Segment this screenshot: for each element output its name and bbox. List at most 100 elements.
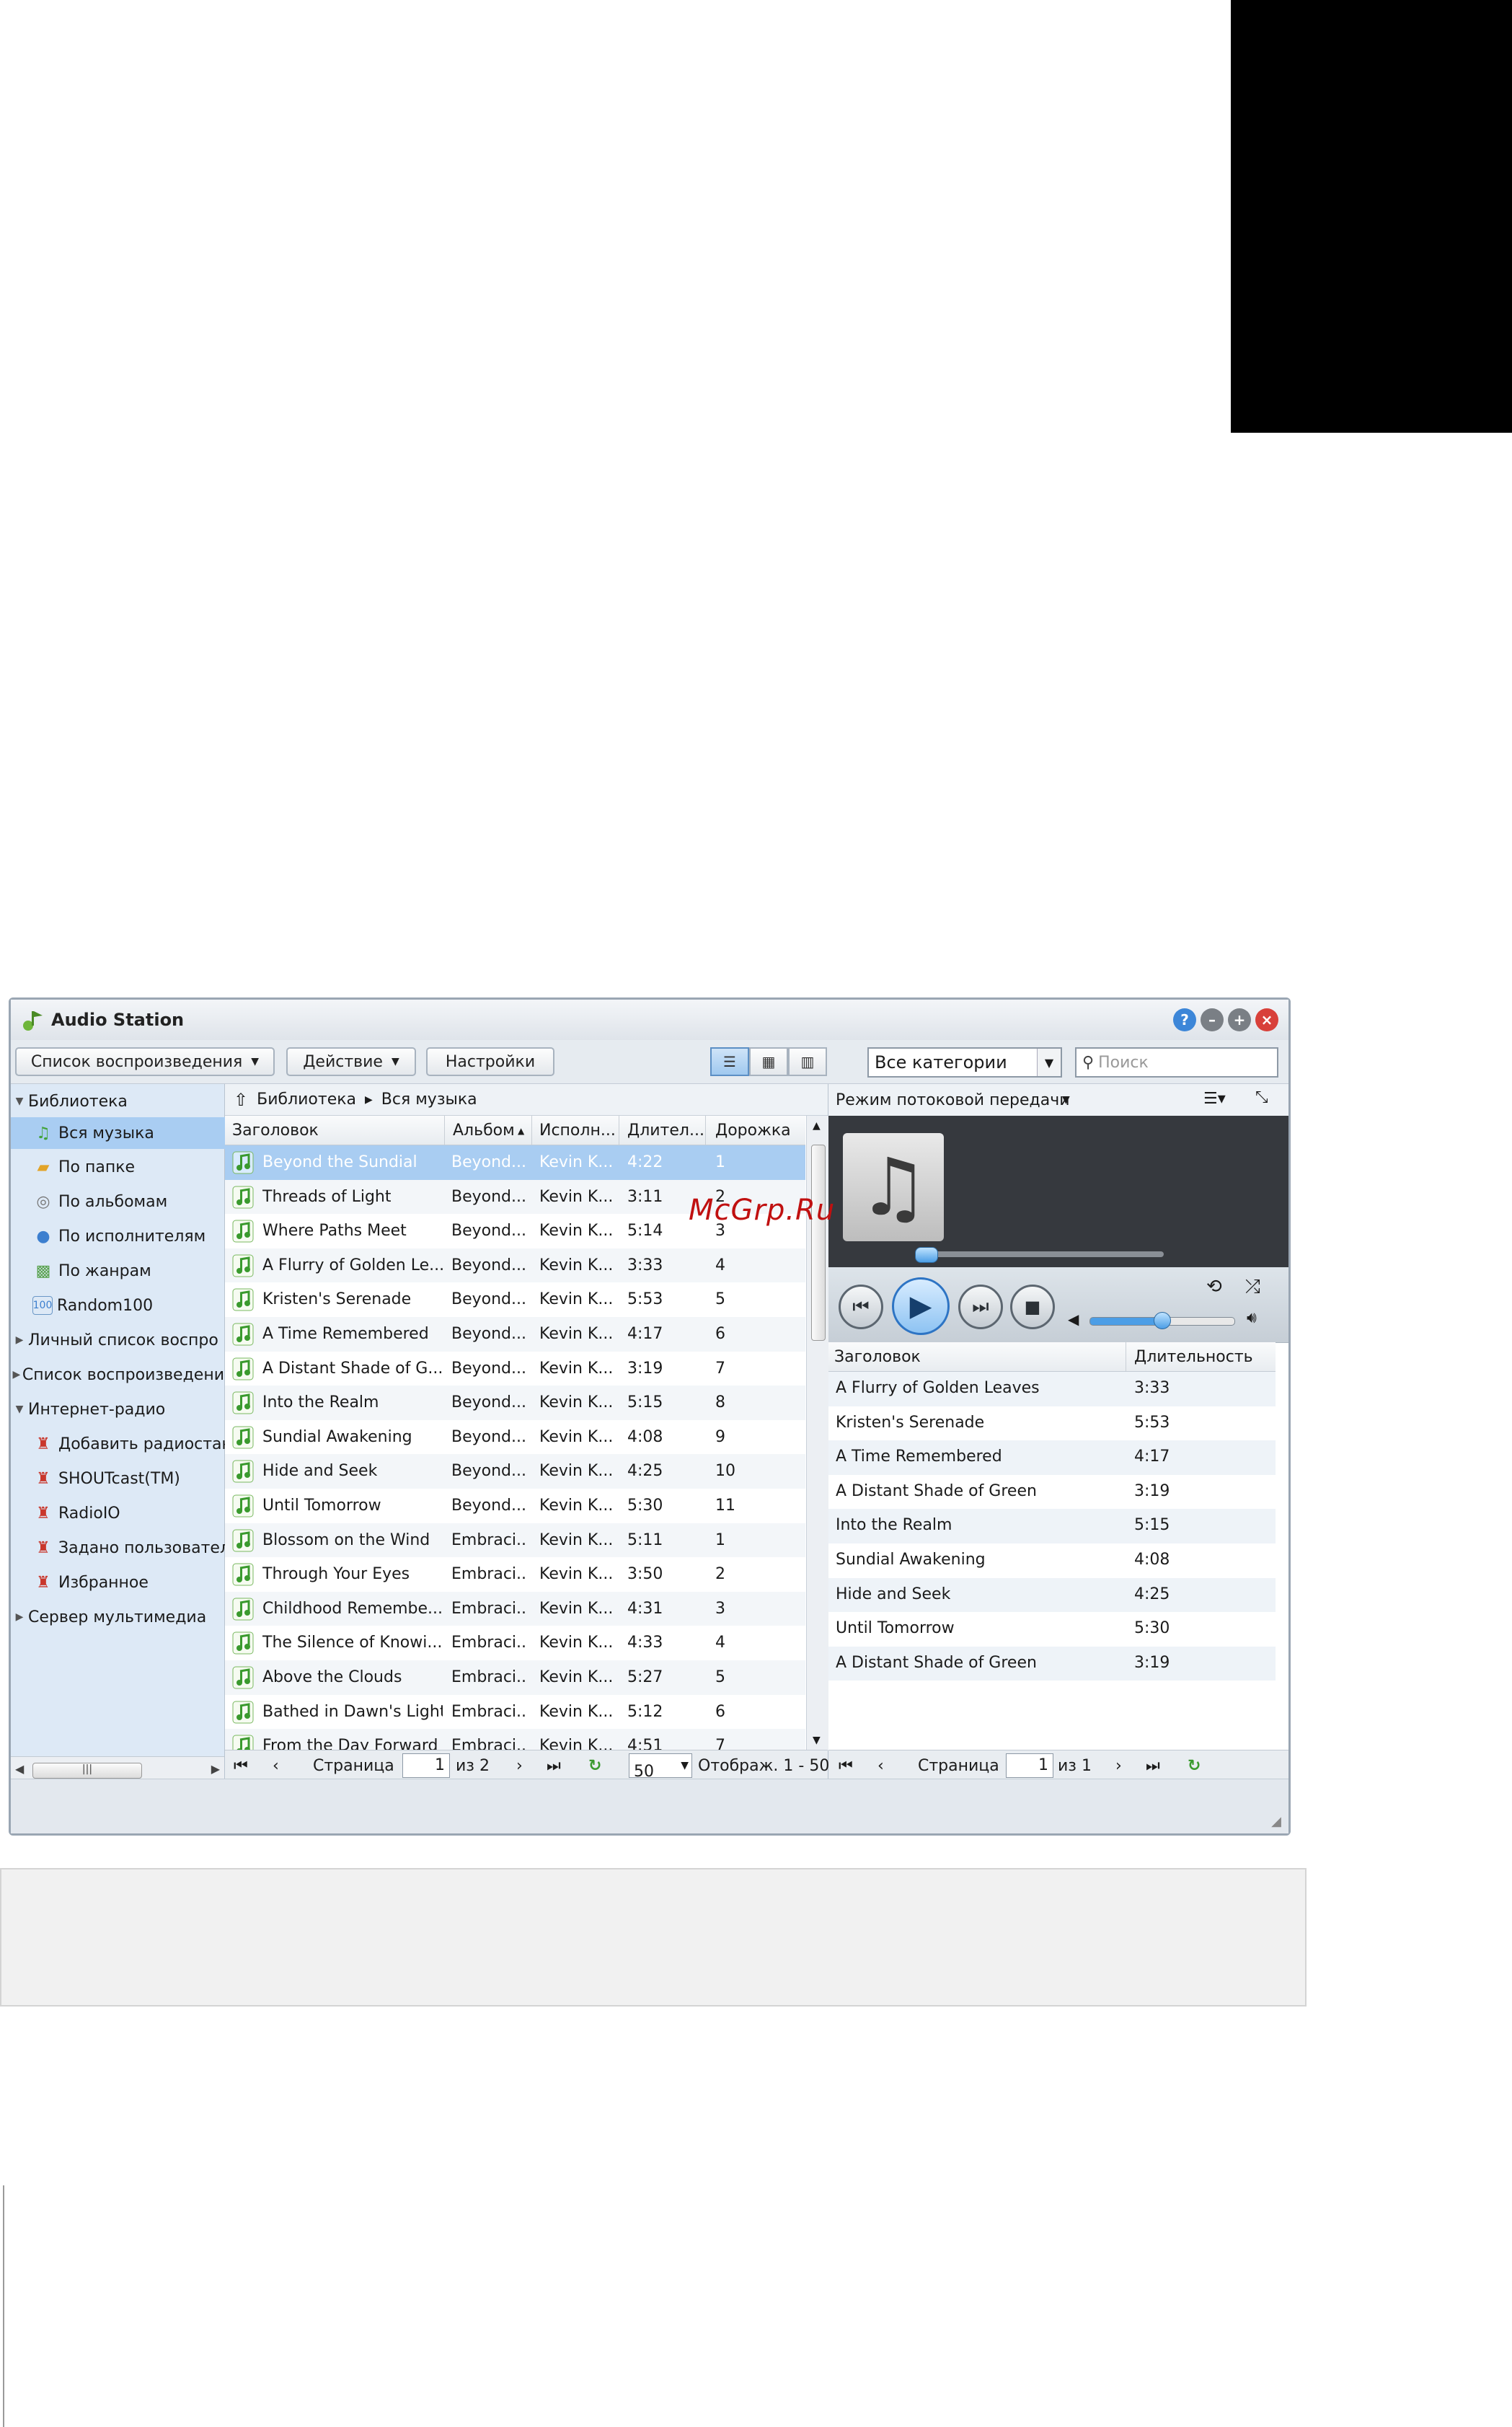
last-page-icon[interactable]: ⏭ xyxy=(547,1757,561,1775)
table-row[interactable]: A Time Remembered Beyond... Kevin K... 4:17… xyxy=(225,1317,805,1352)
category-select[interactable]: Все категории ▼ xyxy=(867,1047,1062,1078)
resize-grip-icon[interactable]: ◢ xyxy=(1271,1814,1281,1829)
playlist-row[interactable]: A Time Remembered 4:17 xyxy=(828,1440,1276,1475)
sidebar-item-shoutcast[interactable]: ♜ SHOUTcast(TM) xyxy=(11,1463,246,1494)
refresh-icon[interactable]: ↻ xyxy=(588,1757,601,1775)
sidebar-horizontal-scrollbar[interactable]: ◀ ||| ▶ xyxy=(11,1756,224,1781)
scroll-left-icon[interactable]: ◀ xyxy=(15,1762,24,1776)
next-page-icon[interactable]: › xyxy=(1115,1757,1122,1775)
playlist-menu-icon[interactable]: ☰▾ xyxy=(1203,1090,1226,1108)
next-track-icon[interactable]: ⏭ xyxy=(958,1285,1003,1329)
table-row[interactable]: The Silence of Knowi... Embraci... Kevin K… xyxy=(225,1626,805,1660)
table-row[interactable]: A Flurry of Golden Le... Beyond... Kevin K… xyxy=(225,1248,805,1283)
sidebar-item-library[interactable]: ▼ Библиотека xyxy=(11,1085,224,1117)
progress-bar[interactable] xyxy=(915,1247,1164,1263)
playlist-row[interactable]: Into the Realm 5:15 xyxy=(828,1509,1276,1543)
sidebar-item-by-genre[interactable]: ▩ По жанрам xyxy=(11,1255,246,1287)
column-duration[interactable]: Длительность xyxy=(1134,1348,1253,1366)
playlist-row[interactable]: A Flurry of Golden Leaves 3:33 xyxy=(828,1372,1276,1406)
volume-knob[interactable] xyxy=(1154,1312,1171,1329)
cell-duration: 5:30 xyxy=(627,1497,663,1515)
list-view-icon[interactable]: ☰ xyxy=(710,1047,749,1076)
scroll-up-icon[interactable]: ▲ xyxy=(813,1120,821,1132)
table-row[interactable]: Until Tomorrow Beyond... Kevin K... 5:30 11 xyxy=(225,1489,805,1523)
column-album[interactable]: Альбом xyxy=(453,1122,515,1140)
next-page-icon[interactable]: › xyxy=(516,1757,523,1775)
chevron-down-icon[interactable]: ▼ xyxy=(1062,1094,1070,1106)
table-row[interactable]: Blossom on the Wind Embraci... Kevin K... 5… xyxy=(225,1523,805,1558)
minimize-icon[interactable]: – xyxy=(1201,1008,1224,1031)
table-row[interactable]: Beyond the Sundial Beyond... Kevin K... 4:2… xyxy=(225,1145,805,1180)
table-row[interactable]: Into the Realm Beyond... Kevin K... 5:15 8 xyxy=(225,1386,805,1420)
cell-duration: 5:11 xyxy=(627,1530,663,1549)
settings-button[interactable]: Настройки xyxy=(426,1047,554,1076)
progress-knob[interactable] xyxy=(915,1247,938,1263)
maximize-icon[interactable]: + xyxy=(1228,1008,1251,1031)
column-duration[interactable]: Длител... xyxy=(627,1122,704,1140)
collapse-icon[interactable]: ⤡ xyxy=(1255,1088,1268,1106)
breadcrumb-all-music[interactable]: Вся музыка xyxy=(381,1091,477,1109)
toolbar: Список воспроизведения ▼ Действие ▼ Настро… xyxy=(11,1040,1288,1084)
action-button[interactable]: Действие ▼ xyxy=(286,1047,416,1076)
scrollbar-thumb[interactable]: ||| xyxy=(32,1763,142,1779)
scroll-down-icon[interactable]: ▼ xyxy=(813,1735,821,1746)
sidebar-item-personal-playlist[interactable]: ▶ Личный список воспро xyxy=(11,1324,224,1356)
help-icon[interactable]: ? xyxy=(1173,1008,1196,1031)
refresh-icon[interactable]: ↻ xyxy=(1188,1757,1201,1775)
sidebar-item-by-folder[interactable]: ▰ По папке xyxy=(11,1151,246,1183)
table-row[interactable]: Sundial Awakening Beyond... Kevin K... 4:08… xyxy=(225,1420,805,1455)
page-number-input[interactable]: 1 xyxy=(402,1753,450,1778)
sidebar-item-all-music[interactable]: ♫ Вся музыка xyxy=(11,1117,246,1149)
scroll-right-icon[interactable]: ▶ xyxy=(211,1762,220,1776)
table-row[interactable]: Above the Clouds Embraci... Kevin K... 5:27… xyxy=(225,1660,805,1695)
coverflow-view-icon[interactable]: ▥ xyxy=(788,1047,827,1076)
playlist-row[interactable]: Hide and Seek 4:25 xyxy=(828,1577,1276,1613)
table-row[interactable]: Hide and Seek Beyond... Kevin K... 4:25 10 xyxy=(225,1454,805,1489)
sidebar-item-add-radio[interactable]: ♜ Добавить радиостанц xyxy=(11,1428,246,1460)
grid-view-icon[interactable]: ▦ xyxy=(749,1047,788,1076)
shuffle-icon[interactable]: ⤮ xyxy=(1245,1276,1260,1298)
sidebar-item-radioio[interactable]: ♜ RadioIO xyxy=(11,1497,246,1529)
scrollbar-thumb[interactable] xyxy=(811,1145,826,1341)
prev-page-icon[interactable]: ‹ xyxy=(273,1757,279,1775)
playlist-row[interactable]: Kristen's Serenade 5:53 xyxy=(828,1406,1276,1441)
table-row[interactable]: Childhood Remembe... Embraci... Kevin K...… xyxy=(225,1591,805,1626)
page-number-input[interactable]: 1 xyxy=(1006,1753,1053,1778)
streaming-mode-label[interactable]: Режим потоковой передачи xyxy=(836,1091,1070,1109)
playlist-row[interactable]: Sundial Awakening 4:08 xyxy=(828,1543,1276,1578)
sidebar-item-by-album[interactable]: ◎ По альбомам xyxy=(11,1186,246,1217)
playlist-row[interactable]: A Distant Shade of Green 3:19 xyxy=(828,1646,1276,1681)
previous-track-icon[interactable]: ⏮ xyxy=(839,1285,883,1329)
table-row[interactable]: Through Your Eyes Embraci... Kevin K... 3:5… xyxy=(225,1557,805,1592)
sidebar-item-internet-radio[interactable]: ▼ Интернет-радио xyxy=(11,1393,224,1425)
playlist-row[interactable]: A Distant Shade of Green 3:19 xyxy=(828,1475,1276,1510)
stop-icon[interactable]: ■ xyxy=(1010,1285,1055,1329)
prev-page-icon[interactable]: ‹ xyxy=(877,1757,884,1775)
first-page-icon[interactable]: ⏮ xyxy=(839,1757,853,1775)
sidebar-item-shared-playlist[interactable]: ▶ Список воспроизведени xyxy=(11,1359,224,1391)
column-track[interactable]: Дорожка xyxy=(715,1122,791,1140)
breadcrumb-library[interactable]: Библиотека xyxy=(257,1091,356,1109)
close-icon[interactable]: × xyxy=(1255,1008,1278,1031)
column-title[interactable]: Заголовок xyxy=(232,1122,319,1140)
page-size-select[interactable]: 50 ▼ xyxy=(629,1753,692,1781)
repeat-icon[interactable]: ⟲ xyxy=(1206,1276,1222,1298)
table-row[interactable]: Kristen's Serenade Beyond... Kevin K... 5:5… xyxy=(225,1282,805,1317)
table-row[interactable]: Bathed in Dawn's Light Embraci... Kevin K.… xyxy=(225,1695,805,1730)
sidebar-item-media-server[interactable]: ▶ Сервер мультимедиа xyxy=(11,1601,224,1633)
last-page-icon[interactable]: ⏭ xyxy=(1146,1757,1160,1775)
playlist-button[interactable]: Список воспроизведения ▼ xyxy=(15,1047,275,1076)
search-input[interactable]: ⚲ Поиск xyxy=(1075,1047,1278,1078)
sidebar-item-by-artist[interactable]: ● По исполнителям xyxy=(11,1220,246,1252)
sidebar-item-user-defined[interactable]: ♜ Задано пользователе xyxy=(11,1532,246,1564)
sidebar-item-random100[interactable]: 100 Random100 xyxy=(11,1290,246,1321)
sidebar-item-favorites[interactable]: ♜ Избранное xyxy=(11,1567,246,1598)
first-page-icon[interactable]: ⏮ xyxy=(234,1757,248,1775)
table-row[interactable]: A Distant Shade of G... Beyond... Kevin K.… xyxy=(225,1352,805,1386)
music-note-icon xyxy=(232,1598,254,1621)
playlist-row[interactable]: Until Tomorrow 5:30 xyxy=(828,1612,1276,1647)
up-arrow-icon[interactable]: ⇧ xyxy=(234,1090,248,1110)
column-artist[interactable]: Исполн... xyxy=(539,1122,616,1140)
play-icon[interactable]: ▶ xyxy=(892,1277,950,1335)
column-title[interactable]: Заголовок xyxy=(834,1348,921,1366)
